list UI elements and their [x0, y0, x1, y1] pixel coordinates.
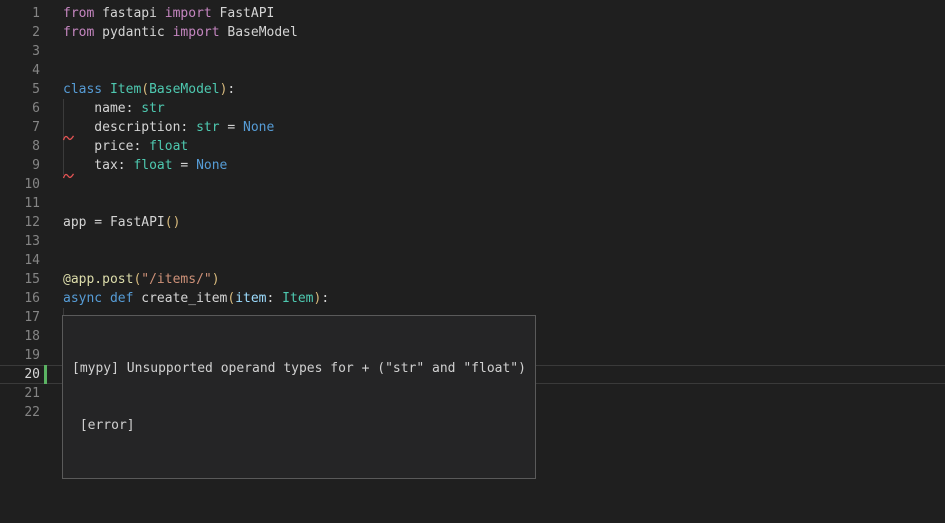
code-token: :: [321, 291, 329, 306]
diagnostic-tooltip: [mypy] Unsupported operand types for + (…: [62, 315, 536, 479]
code-token: class: [63, 82, 102, 97]
code-token: pydantic: [94, 25, 172, 40]
code-token: str: [141, 101, 164, 116]
line-number: 13: [0, 232, 40, 251]
code-line[interactable]: 14: [0, 251, 945, 270]
code-token: def: [110, 291, 133, 306]
code-token: name:: [63, 101, 141, 116]
code-line[interactable]: 1 from fastapi import FastAPI: [0, 4, 945, 23]
code-token: item: [235, 291, 266, 306]
code-line[interactable]: 8 price: float: [0, 137, 945, 156]
code-token: str: [196, 120, 219, 135]
code-content: tax: float = None: [63, 156, 227, 175]
code-token: app = FastAPI: [63, 215, 165, 230]
line-number: 5: [0, 80, 40, 99]
code-content: description: str = None: [63, 118, 274, 137]
code-token: import: [173, 25, 220, 40]
code-line[interactable]: 6 name: str: [0, 99, 945, 118]
line-number: 18: [0, 327, 40, 346]
code-token: Item: [110, 82, 141, 97]
code-token: fastapi: [94, 6, 164, 21]
code-line[interactable]: 11: [0, 194, 945, 213]
code-line[interactable]: 15 @app.post("/items/"): [0, 270, 945, 289]
code-token: float: [149, 139, 188, 154]
code-content: from fastapi import FastAPI: [63, 4, 274, 23]
code-token: (): [165, 215, 181, 230]
code-token: import: [165, 6, 212, 21]
editor-window: 1 from fastapi import FastAPI 2 from pydant…: [0, 0, 945, 523]
line-number: 11: [0, 194, 40, 213]
line-number: 22: [0, 403, 40, 422]
code-token: price:: [63, 139, 149, 154]
code-token: None: [243, 120, 274, 135]
line-number: 15: [0, 270, 40, 289]
code-content: class Item(BaseModel):: [63, 80, 235, 99]
code-content: from pydantic import BaseModel: [63, 23, 298, 42]
code-token: [102, 291, 110, 306]
code-line[interactable]: 13: [0, 232, 945, 251]
code-token: create_item: [133, 291, 227, 306]
code-line[interactable]: 12 app = FastAPI(): [0, 213, 945, 232]
code-token: BaseModel: [149, 82, 219, 97]
code-content: name: str: [63, 99, 165, 118]
code-content: app = FastAPI(): [63, 213, 180, 232]
line-number: 20: [0, 365, 40, 384]
code-token: =: [220, 120, 243, 135]
tooltip-message: [mypy] Unsupported operand types for + (…: [72, 359, 526, 378]
code-line[interactable]: 9 tax: float = None: [0, 156, 945, 175]
code-token: float: [133, 158, 172, 173]
code-token: async: [63, 291, 102, 306]
code-token: [102, 82, 110, 97]
code-token: FastAPI: [212, 6, 275, 21]
line-number: 8: [0, 137, 40, 156]
line-number: 3: [0, 42, 40, 61]
line-number: 1: [0, 4, 40, 23]
error-squiggle-icon: [63, 173, 74, 179]
line-number: 19: [0, 346, 40, 365]
line-number: 2: [0, 23, 40, 42]
code-token: ): [212, 272, 220, 287]
code-token: (: [141, 82, 149, 97]
line-number: 17: [0, 308, 40, 327]
code-line[interactable]: 7 description: str = None: [0, 118, 945, 137]
code-token: from: [63, 6, 94, 21]
code-line[interactable]: 2 from pydantic import BaseModel: [0, 23, 945, 42]
code-token: BaseModel: [220, 25, 298, 40]
line-number: 21: [0, 384, 40, 403]
code-token: Item: [282, 291, 313, 306]
code-token: "/items/": [141, 272, 211, 287]
code-token: :: [227, 82, 235, 97]
code-editor[interactable]: 1 from fastapi import FastAPI 2 from pydant…: [0, 0, 945, 523]
code-token: None: [196, 158, 227, 173]
code-line[interactable]: 4: [0, 61, 945, 80]
line-number: 6: [0, 99, 40, 118]
code-content: async def create_item(item: Item):: [63, 289, 329, 308]
gutter-modified-indicator: [44, 365, 47, 384]
line-number: 4: [0, 61, 40, 80]
code-token: tax:: [63, 158, 133, 173]
code-token: :: [267, 291, 283, 306]
code-token: from: [63, 25, 94, 40]
error-squiggle-icon: [63, 135, 74, 141]
code-token: @app.post: [63, 272, 133, 287]
code-line[interactable]: 16 async def create_item(item: Item):: [0, 289, 945, 308]
code-line[interactable]: 3: [0, 42, 945, 61]
code-content: @app.post("/items/"): [63, 270, 220, 289]
line-number: 7: [0, 118, 40, 137]
line-number: 12: [0, 213, 40, 232]
line-number: 9: [0, 156, 40, 175]
code-token: =: [173, 158, 196, 173]
code-line[interactable]: 5 class Item(BaseModel):: [0, 80, 945, 99]
code-content: price: float: [63, 137, 188, 156]
code-token: description:: [63, 120, 196, 135]
line-number: 14: [0, 251, 40, 270]
line-number: 16: [0, 289, 40, 308]
code-line[interactable]: 10: [0, 175, 945, 194]
line-number: 10: [0, 175, 40, 194]
tooltip-severity: [error]: [72, 416, 526, 435]
